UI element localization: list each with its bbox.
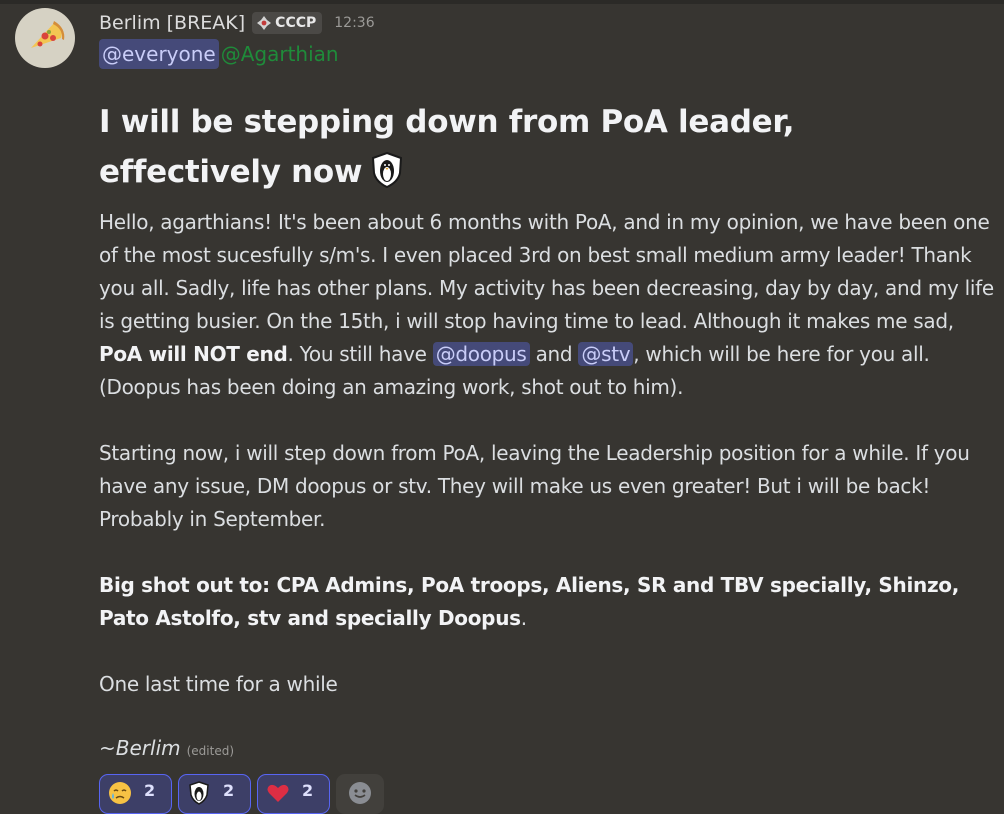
paragraph-3-bold: Big shot out to: CPA Admins, PoA troops,… bbox=[99, 573, 960, 630]
paragraph-2: Starting now, i will step down from PoA,… bbox=[99, 441, 970, 531]
user-mention-doopus[interactable]: @doopus bbox=[432, 342, 530, 366]
top-divider bbox=[0, 0, 1004, 4]
edited-label[interactable]: (edited) bbox=[187, 744, 234, 758]
add-reaction-icon bbox=[349, 782, 371, 804]
guild-tag-label: CCCP bbox=[275, 15, 317, 31]
signature-line: ~Berlim (edited) bbox=[99, 736, 234, 760]
mention-row: @everyone @Agarthian bbox=[99, 38, 341, 70]
paragraph-3-suffix: . bbox=[520, 606, 527, 630]
reaction-count: 2 bbox=[144, 781, 156, 800]
message-timestamp[interactable]: 12:36 bbox=[334, 15, 374, 31]
reaction-penguin-shield[interactable]: 2 bbox=[178, 774, 251, 814]
reaction-red-heart[interactable]: 2 bbox=[257, 774, 330, 814]
paragraph-1-bold: PoA will NOT end bbox=[99, 342, 288, 366]
message-body: Hello, agarthians! It's been about 6 mon… bbox=[99, 206, 994, 734]
penguin-shield-icon bbox=[189, 781, 209, 805]
guild-tag[interactable]: CCCP bbox=[252, 12, 323, 34]
message-heading: I will be stepping down from PoA leader,… bbox=[99, 97, 979, 203]
reactions-bar: 2 2 2 bbox=[99, 774, 384, 814]
everyone-mention[interactable]: @everyone bbox=[99, 39, 219, 69]
penguin-shield-icon bbox=[370, 151, 404, 203]
paragraph-1-text-c: and bbox=[529, 342, 579, 366]
red-heart-icon bbox=[267, 784, 289, 802]
author-avatar[interactable] bbox=[15, 8, 75, 68]
signature: ~Berlim bbox=[99, 736, 181, 760]
add-reaction-button[interactable] bbox=[336, 774, 384, 814]
paragraph-3: Big shot out to: CPA Admins, PoA troops,… bbox=[99, 569, 994, 635]
pizza-icon bbox=[31, 21, 65, 48]
message-header: Berlim [BREAK] CCCP 12:36 bbox=[99, 8, 375, 38]
user-mention-stv[interactable]: @stv bbox=[578, 342, 634, 366]
author-name[interactable]: Berlim [BREAK] bbox=[99, 12, 245, 34]
reaction-count: 2 bbox=[223, 781, 235, 800]
paragraph-4: One last time for a while bbox=[99, 672, 338, 696]
guild-tag-icon bbox=[257, 16, 272, 30]
crying-face-icon bbox=[109, 782, 131, 804]
reaction-crying-face[interactable]: 2 bbox=[99, 774, 172, 814]
role-mention[interactable]: @Agarthian bbox=[219, 39, 341, 69]
paragraph-1-text-b: . You still have bbox=[287, 342, 433, 366]
paragraph-1: Hello, agarthians! It's been about 6 mon… bbox=[99, 206, 994, 404]
reaction-count: 2 bbox=[302, 781, 314, 800]
heading-text: I will be stepping down from PoA leader,… bbox=[99, 104, 795, 190]
paragraph-1-text-a: Hello, agarthians! It's been about 6 mon… bbox=[99, 210, 994, 333]
